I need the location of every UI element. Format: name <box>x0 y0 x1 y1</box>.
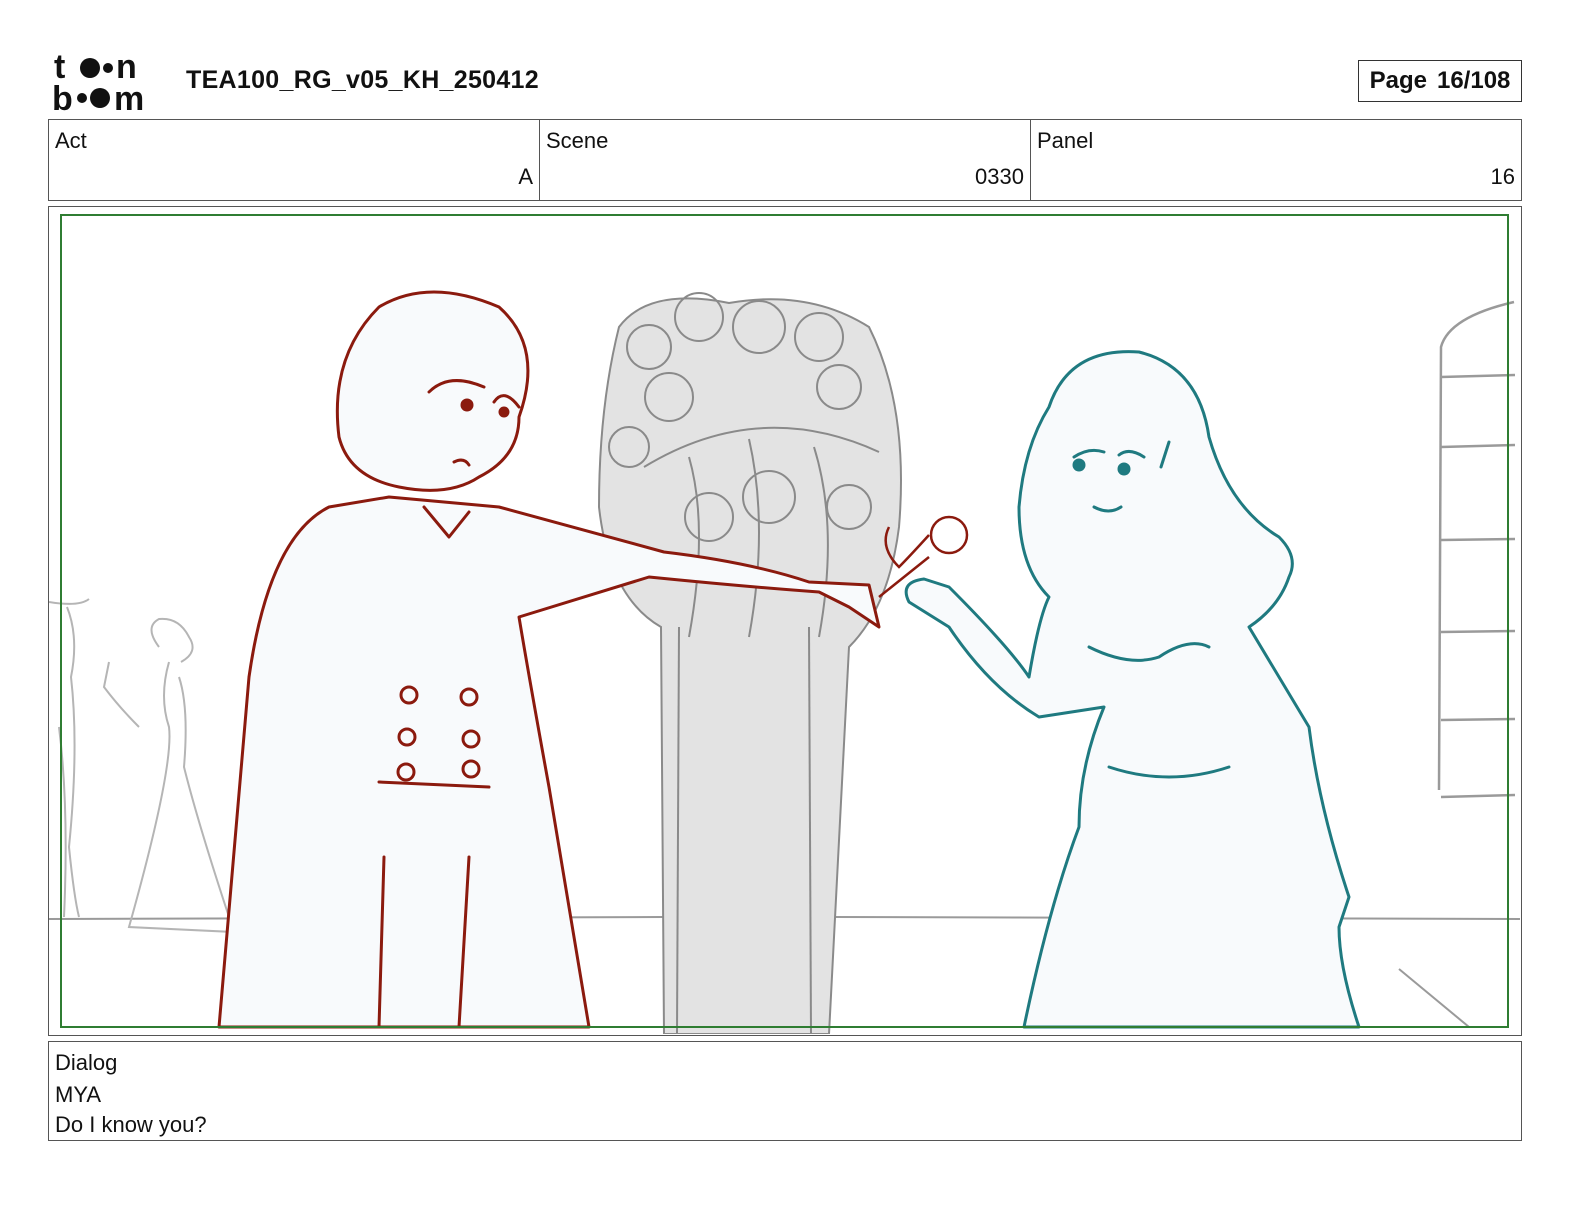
act-label: Act <box>55 128 87 153</box>
storyboard-panel <box>48 206 1522 1036</box>
scene-value: 0330 <box>975 164 1024 189</box>
document-title: TEA100_RG_v05_KH_250412 <box>186 66 539 94</box>
dialog-speaker: MYA <box>55 1082 102 1107</box>
toonboom-logo: t n b m <box>52 50 144 112</box>
dialog-box: Dialog MYA Do I know you? <box>48 1041 1522 1141</box>
act-cell: Act A <box>49 120 540 200</box>
svg-text:b: b <box>52 80 73 112</box>
dialog-label: Dialog <box>55 1050 118 1075</box>
dialog-line: Do I know you? <box>55 1112 207 1137</box>
page-label: Page <box>1369 67 1427 94</box>
scene-cell: Scene 0330 <box>540 120 1031 200</box>
page-indicator: Page 16/108 <box>1358 60 1522 102</box>
panel-value: 16 <box>1490 164 1515 189</box>
svg-text:m: m <box>114 80 144 112</box>
info-row: Act A Scene 0330 Panel 16 <box>48 119 1522 201</box>
act-value: A <box>518 164 533 189</box>
panel-cell: Panel 16 <box>1031 120 1521 200</box>
scene-label: Scene <box>546 128 609 153</box>
safe-area-frame <box>60 214 1509 1028</box>
panel-label: Panel <box>1037 128 1094 153</box>
page-number: 16/108 <box>1436 67 1511 94</box>
